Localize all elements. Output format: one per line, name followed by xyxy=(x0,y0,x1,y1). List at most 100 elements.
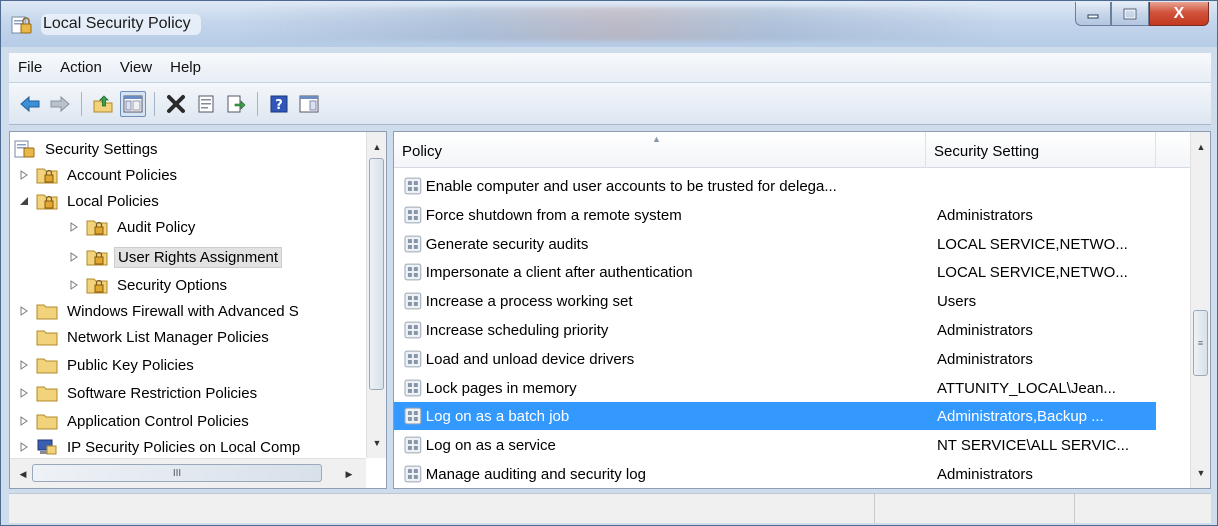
collapse-arrow-icon[interactable] xyxy=(18,195,30,207)
show-hide-tree-icon xyxy=(123,95,143,112)
policy-row[interactable]: Enable computer and user accounts to be … xyxy=(394,172,1156,200)
scroll-left-icon[interactable]: ◀ xyxy=(14,465,32,483)
policy-row[interactable]: Increase scheduling priority Administrato… xyxy=(394,316,1156,344)
tree-item-application-control[interactable]: Application Control Policies xyxy=(18,408,252,434)
policy-security-setting: ATTUNITY_LOCAL\Jean... xyxy=(936,379,1116,397)
policy-name: Generate security audits xyxy=(425,235,589,253)
tree-item-network-list-manager[interactable]: Network List Manager Policies xyxy=(36,324,272,350)
tree-item-user-rights-assignment[interactable]: User Rights Assignment xyxy=(68,244,283,270)
title-bar[interactable]: Local Security Policy X xyxy=(1,1,1217,47)
properties-button[interactable] xyxy=(193,91,219,117)
up-one-level-button[interactable] xyxy=(90,91,116,117)
folder-icon xyxy=(36,330,58,346)
expand-arrow-icon[interactable] xyxy=(18,169,30,181)
menu-file[interactable]: File xyxy=(9,59,51,76)
list-vertical-scroll-thumb[interactable]: ≡ xyxy=(1193,310,1208,376)
minimize-button[interactable] xyxy=(1075,2,1111,26)
toolbar-separator xyxy=(81,91,82,116)
policy-icon xyxy=(404,407,422,425)
close-button[interactable]: X xyxy=(1149,2,1209,26)
show-hide-console-tree-button[interactable] xyxy=(120,90,146,117)
policy-row[interactable]: Load and unload device drivers Administra… xyxy=(394,345,1156,373)
policy-row[interactable]: Impersonate a client after authenticatio… xyxy=(394,258,1156,286)
expand-arrow-icon[interactable] xyxy=(18,305,30,317)
policy-icon xyxy=(404,292,422,310)
toolbar-separator xyxy=(154,91,155,116)
folder-icon xyxy=(36,386,58,402)
delete-button[interactable] xyxy=(163,91,189,117)
policy-name: Force shutdown from a remote system xyxy=(425,206,682,224)
expand-arrow-icon[interactable] xyxy=(68,251,80,263)
toolbar-separator xyxy=(257,91,258,116)
tree-root[interactable]: Security Settings xyxy=(14,136,161,162)
expand-arrow-icon[interactable] xyxy=(18,359,30,371)
security-settings-icon xyxy=(14,140,35,158)
menu-action[interactable]: Action xyxy=(51,59,111,76)
column-header-security-setting[interactable]: Security Setting xyxy=(926,132,1156,168)
up-folder-icon xyxy=(93,94,113,112)
column-header-policy[interactable]: ▲ Policy xyxy=(394,132,926,168)
help-button[interactable]: ? xyxy=(266,91,292,117)
tree-item-public-key-policies[interactable]: Public Key Policies xyxy=(18,352,197,378)
status-cell-secondary xyxy=(875,494,1075,523)
tree-vertical-scroll-thumb[interactable] xyxy=(369,158,384,390)
policy-security-setting: Administrators xyxy=(936,465,1033,483)
policy-list-view[interactable]: ▲ Policy Security Setting Enable compute… xyxy=(393,131,1211,489)
policy-icon xyxy=(404,235,422,253)
policy-icon xyxy=(404,436,422,454)
tree-item-ip-security[interactable]: IP Security Policies on Local Comp xyxy=(18,434,303,460)
scroll-up-icon[interactable]: ▲ xyxy=(1192,138,1210,156)
tree-horizontal-scrollbar[interactable]: ◀ III ▶ xyxy=(10,458,366,488)
policy-name: Lock pages in memory xyxy=(425,379,577,397)
tree-item-label: Public Key Policies xyxy=(67,356,194,374)
policy-row[interactable]: Manage auditing and security log Administ… xyxy=(394,460,1156,488)
expand-arrow-icon[interactable] xyxy=(18,387,30,399)
tree-vertical-scrollbar[interactable]: ▲ ▼ xyxy=(366,132,386,458)
scroll-down-icon[interactable]: ▼ xyxy=(368,434,386,452)
tree-item-audit-policy[interactable]: Audit Policy xyxy=(68,214,198,240)
tree-item-label: User Rights Assignment xyxy=(114,246,283,268)
locked-folder-icon xyxy=(36,168,58,184)
console-tree[interactable]: Security Settings Account Policies Local… xyxy=(9,131,387,489)
export-list-button[interactable] xyxy=(223,91,249,117)
policy-name: Increase a process working set xyxy=(425,292,633,310)
expand-arrow-icon[interactable] xyxy=(18,441,30,453)
policy-icon xyxy=(404,321,422,339)
maximize-button[interactable] xyxy=(1111,2,1149,26)
scroll-up-icon[interactable]: ▲ xyxy=(368,138,386,156)
status-bar xyxy=(9,493,1211,523)
forward-button[interactable] xyxy=(47,91,73,117)
menu-view[interactable]: View xyxy=(111,59,161,76)
tree-horizontal-scroll-thumb[interactable]: III xyxy=(32,464,322,482)
back-button[interactable] xyxy=(17,91,43,117)
tree-item-account-policies[interactable]: Account Policies xyxy=(18,162,180,188)
folder-icon xyxy=(36,414,58,430)
menu-help[interactable]: Help xyxy=(161,59,210,76)
tree-item-software-restriction[interactable]: Software Restriction Policies xyxy=(18,380,260,406)
scroll-right-icon[interactable]: ▶ xyxy=(340,465,358,483)
policy-row[interactable]: Generate security audits LOCAL SERVICE,NE… xyxy=(394,230,1156,258)
expand-arrow-icon[interactable] xyxy=(68,279,80,291)
ip-security-icon xyxy=(37,439,57,455)
tree-item-local-policies[interactable]: Local Policies xyxy=(18,188,162,214)
policy-row[interactable]: Lock pages in memory ATTUNITY_LOCAL\Jean.… xyxy=(394,374,1156,402)
policy-row[interactable]: Log on as a service NT SERVICE\ALL SERVIC… xyxy=(394,431,1156,459)
policy-security-setting: Administrators xyxy=(936,206,1033,224)
policy-icon xyxy=(404,177,422,195)
tree-item-security-options[interactable]: Security Options xyxy=(68,272,230,298)
policy-row[interactable]: Increase a process working set Users xyxy=(394,287,1156,315)
policy-name: Manage auditing and security log xyxy=(425,465,646,483)
expand-arrow-icon[interactable] xyxy=(18,415,30,427)
show-action-pane-button[interactable] xyxy=(296,91,322,117)
tree-item-windows-firewall[interactable]: Windows Firewall with Advanced S xyxy=(18,298,302,324)
locked-folder-icon xyxy=(36,194,58,210)
policy-row[interactable]: Log on as a batch job Administrators,Back… xyxy=(394,402,1156,430)
column-header-label: Policy xyxy=(402,143,443,160)
list-vertical-scrollbar[interactable]: ▲ ≡ ▼ xyxy=(1190,132,1210,488)
scroll-down-icon[interactable]: ▼ xyxy=(1192,464,1210,482)
scroll-grip: III xyxy=(172,467,182,479)
tree-item-label: IP Security Policies on Local Comp xyxy=(67,438,301,456)
expand-arrow-icon[interactable] xyxy=(68,221,80,233)
policy-security-setting: Administrators xyxy=(936,321,1033,339)
policy-row[interactable]: Force shutdown from a remote system Admin… xyxy=(394,201,1156,229)
